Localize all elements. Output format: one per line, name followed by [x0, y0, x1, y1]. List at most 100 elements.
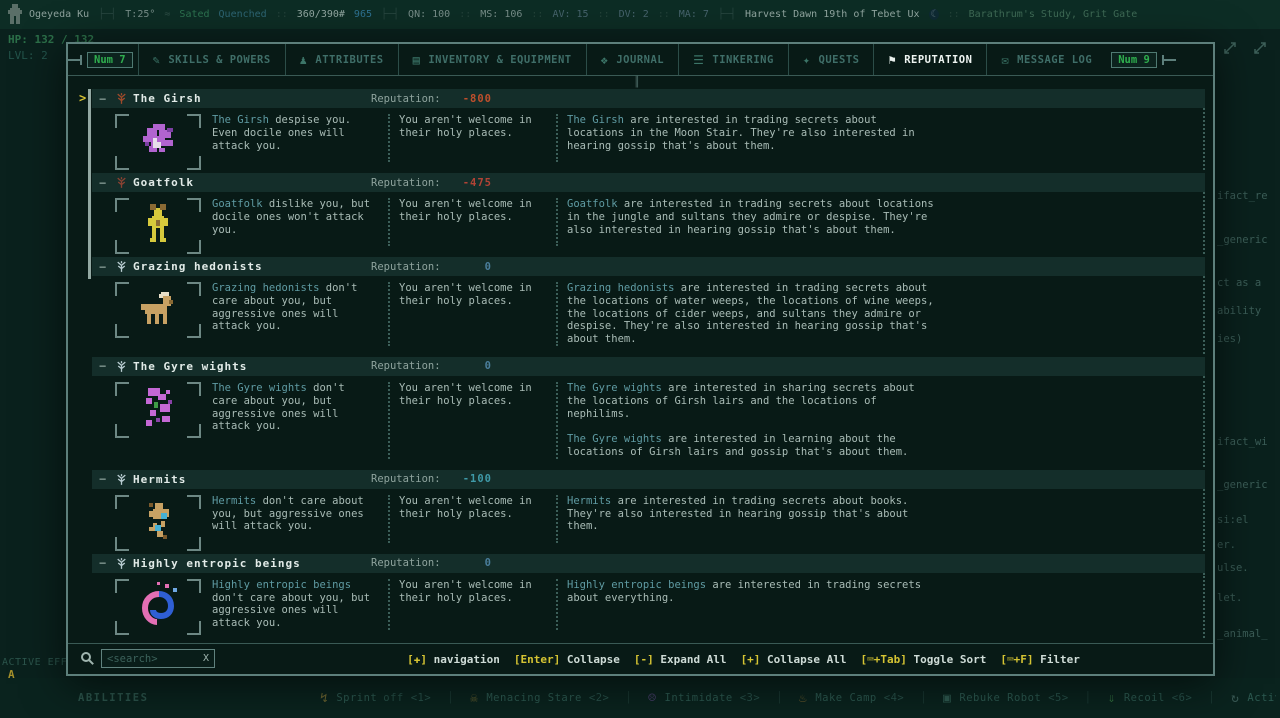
bottom-bar: <search> X [✚] navigation[Enter] Collaps… [68, 643, 1213, 674]
faction-name-highlight: Goatfolk [567, 198, 618, 210]
faction-name-highlight: Highly entropic beings [567, 579, 706, 591]
reputation-value: -800 [422, 93, 492, 105]
faction-name: The Gyre wights [133, 360, 247, 373]
tab-label: SKILLS & POWERS [168, 54, 270, 66]
faction-name: Goatfolk [133, 176, 194, 189]
faction-welcome-text: You aren't welcome in their holy places. [399, 382, 544, 459]
stat-ma: MA: 7 [679, 9, 709, 20]
collapse-toggle[interactable]: − [99, 359, 115, 373]
clipped-background-text: ct as a [1217, 277, 1261, 289]
hint-key: [+] [741, 653, 761, 666]
faction-header-the-gyre-wights[interactable]: −The Gyre wightsReputation:0 [92, 357, 1205, 376]
window-maximize-icon[interactable] [1252, 40, 1268, 60]
tab-attributes[interactable]: ♟ATTRIBUTES [285, 44, 398, 75]
separator: ├─┤ [381, 9, 399, 20]
ability-menacing-stare[interactable]: ☠Menacing Stare<2> [470, 691, 609, 706]
ability-name: Recoil [1124, 692, 1165, 704]
status-quenched: Quenched [219, 9, 267, 20]
separator: :: [598, 9, 610, 20]
tab-tinkering[interactable]: ☰TINKERING [678, 44, 788, 75]
faction-header-grazing-hedonists[interactable]: −Grazing hedonistsReputation:0 [92, 257, 1205, 276]
hint-label: Collapse All [760, 653, 846, 666]
reputation-value: 0 [422, 557, 492, 569]
tab-label: REPUTATION [904, 54, 972, 66]
ability-hotkey: <1> [411, 692, 431, 704]
ability-hotkey: <4> [884, 692, 904, 704]
faction-list: > −The GirshReputation:-800 The Girsh des… [68, 76, 1213, 643]
portrait-corner-bracket [187, 579, 201, 593]
hint-key: [✚] [407, 653, 427, 666]
tab-quests[interactable]: ✦QUESTS [788, 44, 874, 75]
faction-portrait [92, 198, 212, 246]
portrait-corner-bracket [115, 424, 129, 438]
drams-value: 965 [354, 9, 372, 20]
clipped-background-text: _animal_ [1217, 628, 1268, 640]
ability-recoil[interactable]: ⇓Recoil<6> [1108, 691, 1193, 706]
column-separator [556, 114, 558, 162]
scrollbar-thumb[interactable] [88, 89, 91, 279]
portrait-corner-bracket [115, 114, 129, 128]
abilities-label: ABILITIES [78, 692, 148, 704]
hint-label: Expand All [654, 653, 727, 666]
collapse-toggle[interactable]: − [99, 92, 115, 106]
column-separator [388, 114, 390, 162]
tab-label: ATTRIBUTES [315, 54, 383, 66]
ability-sprint[interactable]: ↯Sprintoff<1> [320, 691, 431, 706]
faction-feeling-text: Goatfolk dislike you, but docile ones wo… [212, 198, 376, 246]
hermit-sprite [137, 497, 179, 549]
faction-header-the-girsh[interactable]: −The GirshReputation:-800 [92, 89, 1205, 108]
portrait-corner-bracket [187, 537, 201, 551]
portrait-corner-bracket [187, 114, 201, 128]
tab-reputation[interactable]: ⚑REPUTATION [873, 44, 986, 75]
clipped-background-text: ifact_re [1217, 190, 1268, 202]
portrait-corner-bracket [115, 324, 129, 338]
portrait-corner-bracket [115, 156, 129, 170]
search-clear-icon[interactable]: X [203, 653, 209, 664]
ability-make-camp[interactable]: ♨Make Camp<4> [799, 691, 904, 706]
tab-label: QUESTS [819, 54, 860, 66]
collapse-toggle[interactable]: − [99, 260, 115, 274]
separator: :: [948, 9, 960, 20]
faction-name: Hermits [133, 473, 186, 486]
search-input[interactable]: <search> X [101, 649, 215, 668]
faction-tree-icon [115, 92, 133, 105]
faction-header-goatfolk[interactable]: −GoatfolkReputation:-475 [92, 173, 1205, 192]
faction-header-highly-entropic-beings[interactable]: −Highly entropic beingsReputation:0 [92, 554, 1205, 573]
gyre-wight-sprite [136, 382, 180, 438]
tab-inventory-equipment[interactable]: ▤INVENTORY & EQUIPMENT [398, 44, 586, 75]
collapse-toggle[interactable]: − [99, 556, 115, 570]
hint-key: [Enter] [514, 653, 560, 666]
faction-tree-icon [115, 360, 133, 373]
ability-hotkey: <6> [1172, 692, 1192, 704]
faction-feeling-text: The Girsh despise you. Even docile ones … [212, 114, 376, 162]
column-separator [388, 495, 390, 543]
portrait-corner-bracket [115, 495, 129, 509]
ability-intimidate[interactable]: ☹Intimidate<3> [648, 691, 760, 706]
collapse-toggle[interactable]: − [99, 176, 115, 190]
faction-feeling-text: Grazing hedonists don't care about you, … [212, 282, 376, 346]
tab-skills-powers[interactable]: ✎SKILLS & POWERS [138, 44, 285, 75]
hotkey-hints: [✚] navigation[Enter] Collapse[-] Expand… [288, 653, 1213, 666]
faction-welcome-text: You aren't welcome in their holy places. [399, 198, 544, 246]
clipped-background-text: ifact_wi [1217, 436, 1268, 448]
faction-header-hermits[interactable]: −HermitsReputation:-100 [92, 470, 1205, 489]
faction-interests-text: Highly entropic beings are interested in… [567, 579, 939, 630]
faction-name-highlight: The Girsh [212, 114, 269, 126]
tab-journal[interactable]: ❖JOURNAL [586, 44, 679, 75]
hint-collapse: [Enter] Collapse [514, 653, 620, 666]
tab-message-log[interactable]: ✉MESSAGE LOG [986, 44, 1106, 75]
reputation-value: 0 [422, 360, 492, 372]
ability-rebuke-robot[interactable]: ▣Rebuke Robot<5> [943, 691, 1069, 706]
collapse-toggle[interactable]: − [99, 472, 115, 486]
window-resize-icon[interactable] [1222, 40, 1238, 60]
tab-hotkey-right: Num 9 [1111, 52, 1157, 68]
faction-portrait [92, 579, 212, 630]
game-date: Harvest Dawn 19th of Tebet Ux [745, 9, 920, 20]
clipped-background-text: ies) [1217, 333, 1242, 345]
ability-state: off [383, 692, 403, 704]
ability-activate-displacer-bracelet[interactable]: ↻Activate Displacer Bracelet<7> [1231, 691, 1276, 706]
faction-name: Highly entropic beings [133, 557, 301, 570]
faction-name-highlight: Grazing hedonists [212, 282, 319, 294]
hint-label: Filter [1034, 653, 1080, 666]
selection-cursor-icon: > [79, 91, 86, 105]
